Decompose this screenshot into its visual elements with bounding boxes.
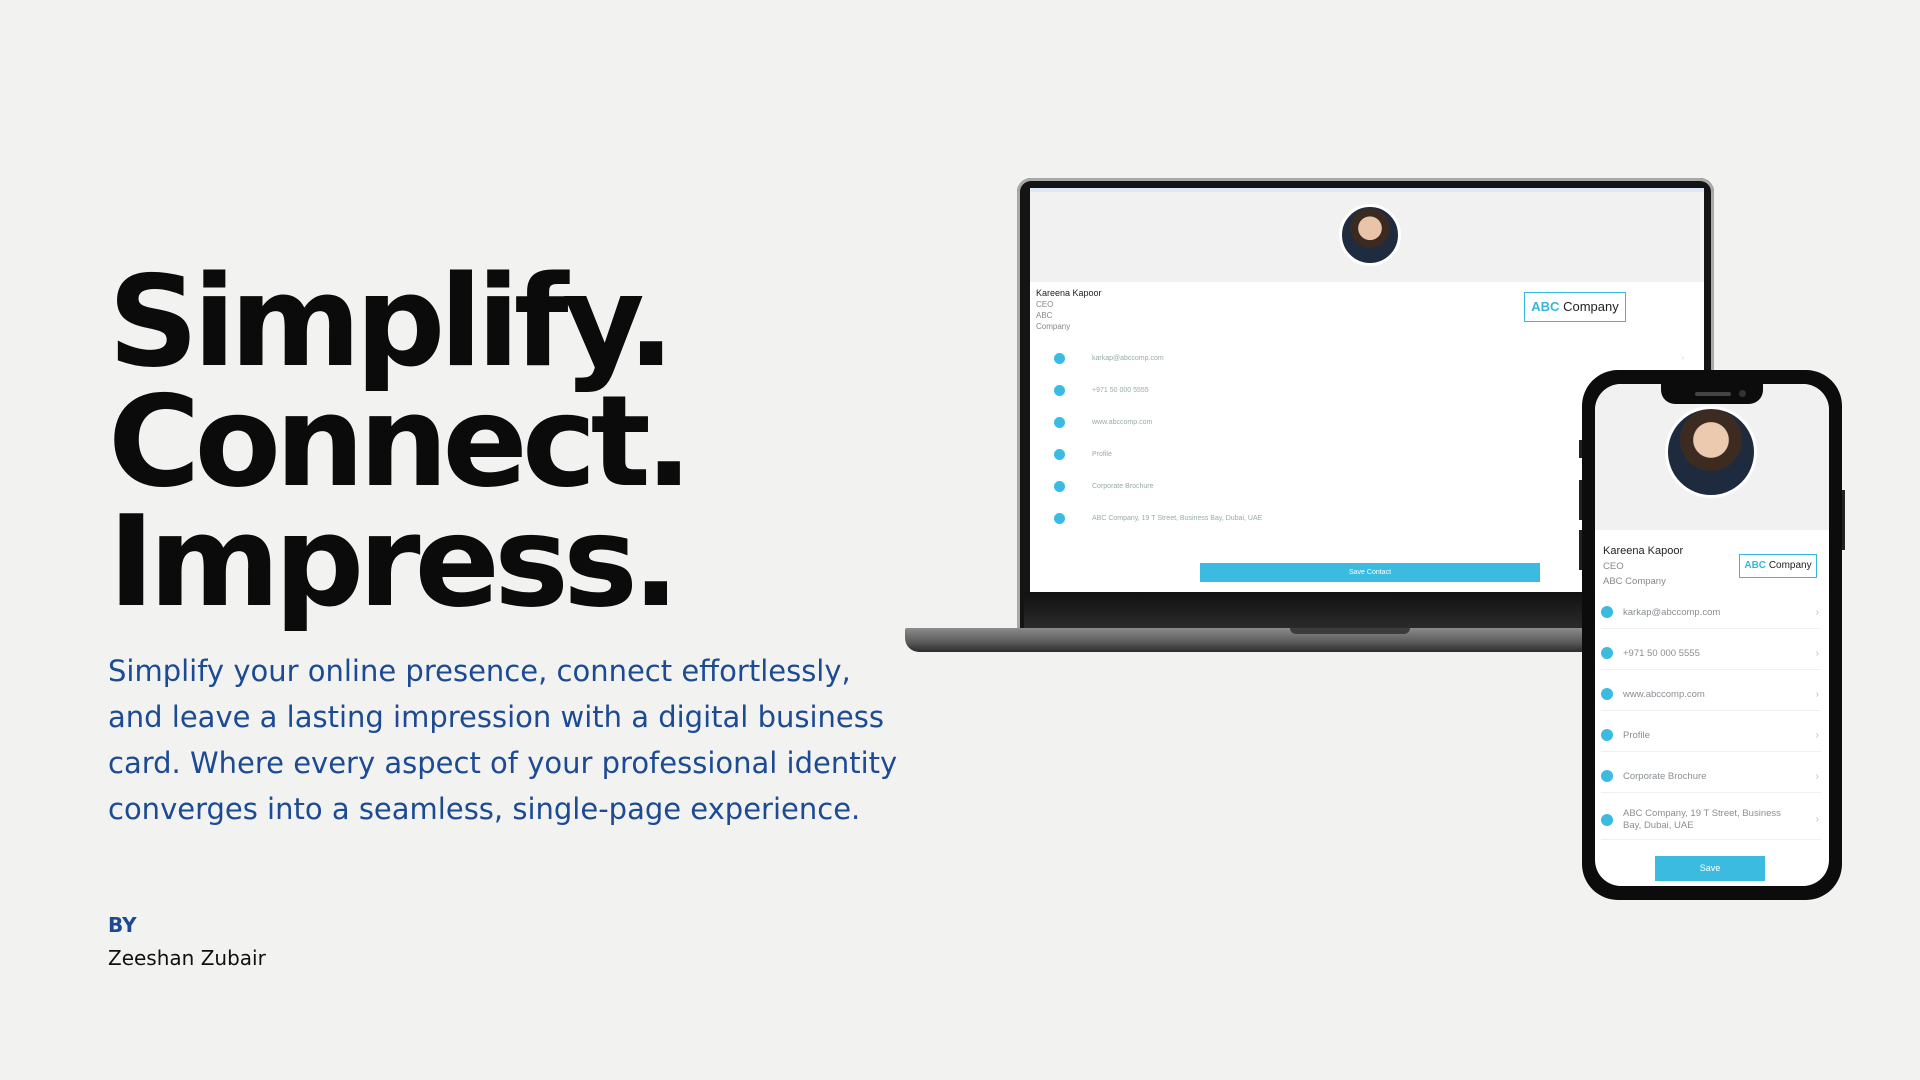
phone-screen: Kareena Kapoor CEO ABC Company ABC Compa… xyxy=(1595,384,1829,886)
author-name: Zeeshan Zubair xyxy=(108,946,266,970)
phone-side-button xyxy=(1579,440,1582,458)
laptop-card-identity: Kareena Kapoor CEO ABC Company xyxy=(1036,288,1102,332)
chevron-right-icon: › xyxy=(1815,814,1819,825)
contact-row-address[interactable]: ABC Company, 19 T Street, Business Bay, … xyxy=(1601,801,1821,840)
profile-icon xyxy=(1054,448,1065,460)
laptop-base xyxy=(905,628,1595,652)
logo-text: Company xyxy=(1563,299,1619,314)
location-icon xyxy=(1601,814,1613,826)
card-name: Kareena Kapoor xyxy=(1603,545,1684,557)
laptop-card-header xyxy=(1030,188,1704,282)
avatar xyxy=(1339,204,1401,266)
chevron-right-icon: › xyxy=(1681,354,1684,362)
card-title: CEO xyxy=(1036,300,1054,309)
by-label: BY xyxy=(108,913,137,937)
chevron-right-icon: › xyxy=(1815,729,1819,741)
chevron-right-icon: › xyxy=(1815,647,1819,659)
save-contact-button[interactable]: Save Contact xyxy=(1200,563,1540,582)
phone-volume-up xyxy=(1579,480,1582,520)
headline-line-impress: Impress. xyxy=(108,488,680,635)
contact-row-website[interactable]: www.abccomp.com › xyxy=(1601,678,1821,711)
profile-icon xyxy=(1601,729,1613,741)
chevron-right-icon: › xyxy=(1815,770,1819,782)
contact-row-email[interactable]: karkap@abccomp.com › xyxy=(1054,350,1684,366)
phone-card-header xyxy=(1595,384,1829,530)
web-icon xyxy=(1601,688,1613,700)
row-label: karkap@abccomp.com xyxy=(1092,354,1164,362)
contact-row-brochure[interactable]: Corporate Brochure › xyxy=(1601,760,1821,793)
web-icon xyxy=(1054,416,1065,428)
phone-mockup: Kareena Kapoor CEO ABC Company ABC Compa… xyxy=(1579,370,1845,900)
row-label: +971 50 000 5555 xyxy=(1623,647,1700,659)
phone-icon xyxy=(1054,384,1065,396)
email-icon xyxy=(1601,606,1613,618)
email-icon xyxy=(1054,352,1065,364)
card-company-line-2: Company xyxy=(1036,322,1071,331)
location-icon xyxy=(1054,512,1065,524)
brochure-icon xyxy=(1601,770,1613,782)
avatar xyxy=(1665,406,1757,498)
company-logo: ABC Company xyxy=(1524,292,1626,322)
contact-row-email[interactable]: karkap@abccomp.com › xyxy=(1601,596,1821,629)
phone-notch xyxy=(1661,384,1763,404)
row-label: Profile xyxy=(1092,450,1112,458)
card-company: ABC Company xyxy=(1603,576,1666,587)
phone-card-identity: Kareena Kapoor CEO ABC Company xyxy=(1603,544,1683,589)
chevron-right-icon: › xyxy=(1815,606,1819,618)
row-label: Corporate Brochure xyxy=(1092,482,1154,490)
brochure-icon xyxy=(1054,480,1065,492)
tagline: Simplify your online presence, connect e… xyxy=(108,654,898,826)
contact-row-phone[interactable]: +971 50 000 5555 › xyxy=(1601,637,1821,670)
headline: Simplify. Connect. Impress. xyxy=(108,248,908,635)
card-company-line-1: ABC xyxy=(1036,311,1053,320)
chevron-right-icon: › xyxy=(1815,688,1819,700)
company-logo: ABC Company xyxy=(1739,554,1817,578)
row-label: ABC Company, 19 T Street, Business Bay, … xyxy=(1092,514,1263,522)
phone-icon xyxy=(1601,647,1613,659)
headline-line-simplify: Simplify. xyxy=(108,248,675,395)
logo-accent: ABC xyxy=(1744,560,1767,571)
row-label: Corporate Brochure xyxy=(1623,770,1707,782)
card-name: Kareena Kapoor xyxy=(1036,288,1102,298)
row-label: ABC Company, 19 T Street, Business Bay, … xyxy=(1623,808,1781,831)
logo-accent: ABC xyxy=(1531,299,1560,314)
row-label: www.abccomp.com xyxy=(1623,688,1705,700)
logo-text: Company xyxy=(1768,560,1812,571)
headline-line-connect: Connect. xyxy=(108,368,693,515)
row-label: karkap@abccomp.com xyxy=(1623,606,1721,618)
row-label: +971 50 000 5555 xyxy=(1092,386,1149,394)
row-label: Profile xyxy=(1623,729,1650,741)
save-button[interactable]: Save xyxy=(1655,856,1765,881)
row-label: www.abccomp.com xyxy=(1092,418,1153,426)
contact-row-profile[interactable]: Profile › xyxy=(1601,719,1821,752)
phone-volume-down xyxy=(1579,530,1582,570)
card-title: CEO xyxy=(1603,561,1624,572)
phone-power-button xyxy=(1842,490,1845,550)
hero: Simplify. Connect. Impress. xyxy=(108,248,908,635)
